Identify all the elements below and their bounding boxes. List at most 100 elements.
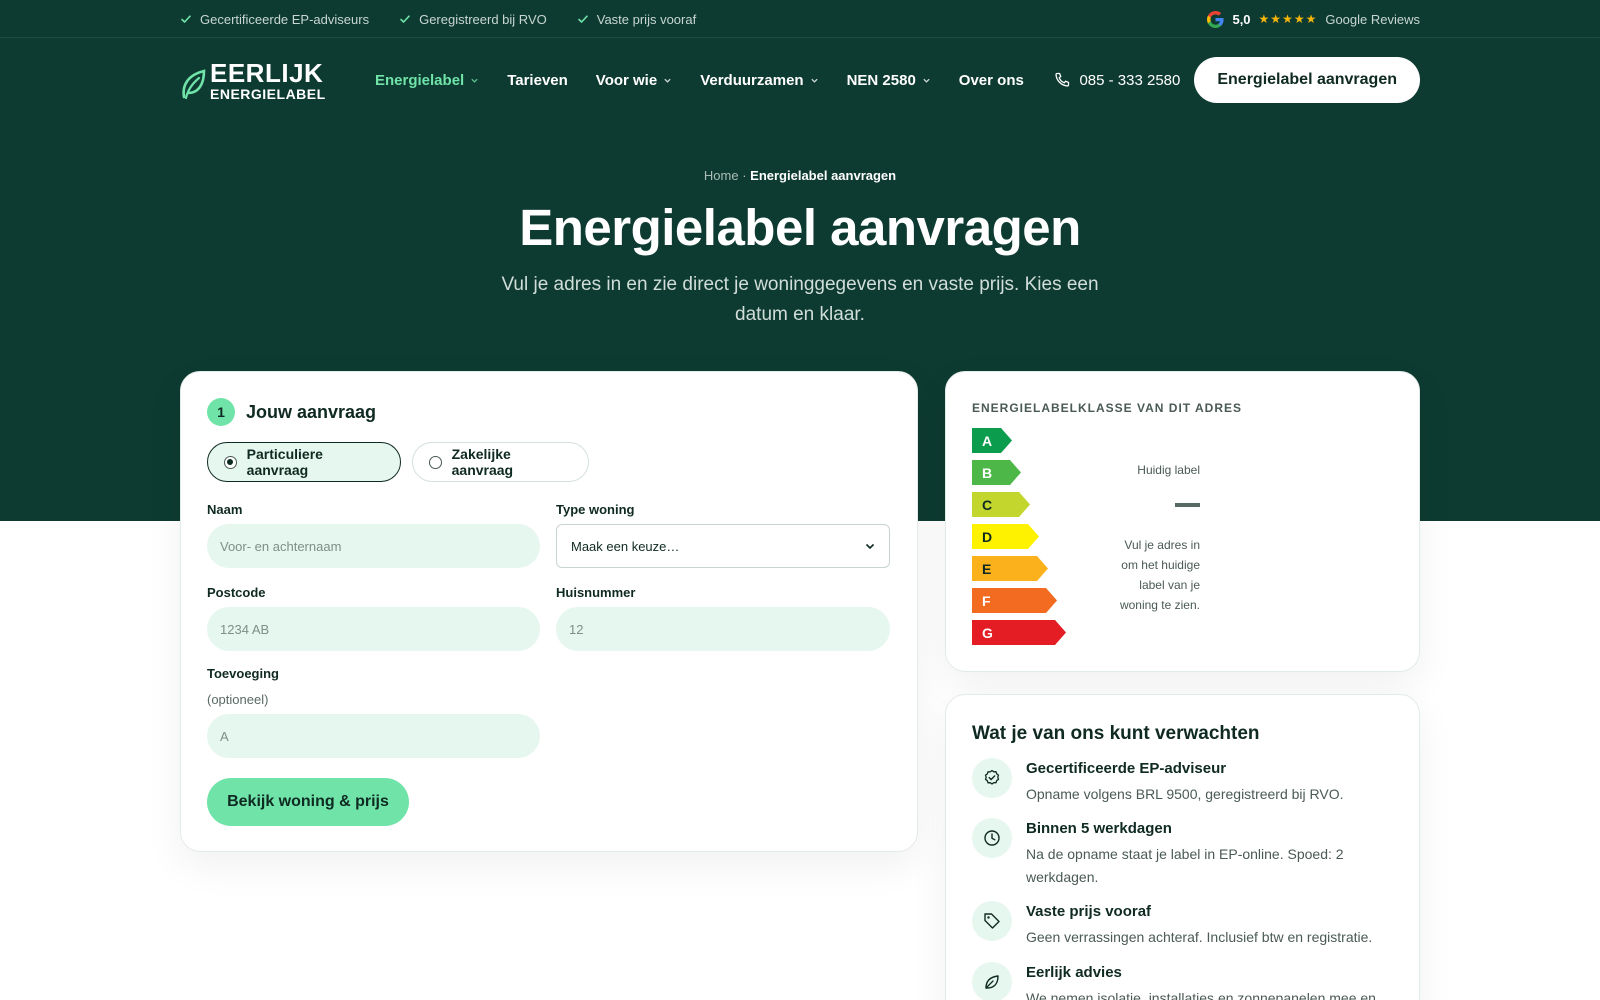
- current-label-note: Vul je adres in om het huidige label van…: [1119, 538, 1200, 612]
- energy-class-e: E: [972, 556, 1048, 581]
- radio-selected-icon: [224, 455, 237, 469]
- nav-item-energielabel[interactable]: Energielabel: [375, 72, 479, 89]
- logo-text: EERLIJK ENERGIELABEL: [210, 60, 326, 101]
- toevoeging-label: Toevoeging: [207, 666, 279, 681]
- energy-class-a: A: [972, 428, 1012, 453]
- step-header: 1 Jouw aanvraag: [207, 398, 376, 426]
- breadcrumb-separator: ·: [742, 168, 747, 183]
- rating-score: 5,0: [1232, 11, 1251, 27]
- business-request-option[interactable]: Zakelijke aanvraag: [412, 442, 589, 482]
- nav-item-label: Over ons: [958, 71, 1024, 89]
- request-form-card: 1 Jouw aanvraag Particuliere aanvraag Za…: [180, 371, 918, 852]
- nav-item-tarieven[interactable]: Tarieven: [507, 72, 568, 89]
- breadcrumb: Home · Energielabel aanvragen: [0, 168, 1600, 183]
- energy-class-f: F: [972, 588, 1057, 613]
- star-rating-icon: ★★★★★: [1258, 12, 1318, 26]
- expectation-item: Vaste prijs vooraf Geen verrassingen ach…: [972, 901, 1392, 949]
- tag-icon: [972, 901, 1012, 941]
- nav-item-label: Voor wie: [595, 71, 658, 89]
- current-label-placeholder-dash: [1175, 503, 1200, 507]
- private-request-option[interactable]: Particuliere aanvraag: [207, 442, 401, 482]
- check-icon: [577, 15, 588, 23]
- usp-item: Vaste prijs vooraf: [577, 12, 696, 27]
- expectation-title: Eerlijk advies: [1026, 964, 1122, 981]
- nav-item-label: Verduurzamen: [700, 71, 804, 89]
- check-icon: [400, 15, 410, 23]
- expectation-title: Binnen 5 werkdagen: [1026, 820, 1172, 837]
- expectations-card: Wat je van ons kunt verwachten Gecertifi…: [945, 694, 1420, 1000]
- chevron-down-icon: [664, 78, 671, 83]
- google-reviews[interactable]: 5,0 ★★★★★ Google Reviews: [1207, 10, 1420, 28]
- type-woning-label: Type woning: [556, 502, 635, 517]
- nav-item-label: NEN 2580: [846, 71, 916, 89]
- energy-class-d: D: [972, 524, 1039, 549]
- google-icon: [1207, 10, 1225, 28]
- chevron-down-icon: [923, 78, 930, 83]
- logo-line-1: EERLIJK: [210, 57, 324, 88]
- step-title: Jouw aanvraag: [246, 401, 377, 422]
- type-woning-select[interactable]: Maak een keuze…: [556, 524, 890, 568]
- energy-class-g: G: [972, 620, 1066, 645]
- breadcrumb-home[interactable]: Home: [704, 168, 739, 183]
- naam-input[interactable]: [207, 524, 540, 568]
- badge-check-icon: [972, 758, 1012, 798]
- breadcrumb-current: Energielabel aanvragen: [750, 168, 897, 183]
- logo[interactable]: EERLIJK ENERGIELABEL: [180, 59, 375, 101]
- logo-line-2: ENERGIELABEL: [210, 85, 326, 102]
- chevron-down-icon: [810, 78, 818, 83]
- expectation-title: Vaste prijs vooraf: [1026, 903, 1152, 920]
- toevoeging-input[interactable]: [207, 714, 540, 758]
- energy-label-card-title: ENERGIELABELKLASSE VAN DIT ADRES: [972, 401, 1243, 415]
- page-title: Energielabel aanvragen: [519, 199, 1081, 256]
- usp-item: Geregistreerd bij RVO: [399, 12, 547, 27]
- nav-item-voor-wie[interactable]: Voor wie: [596, 72, 672, 89]
- energy-label-card: ENERGIELABELKLASSE VAN DIT ADRES ABCDEFG…: [945, 371, 1420, 672]
- expectation-item: Gecertificeerde EP-adviseur Opname volge…: [972, 758, 1392, 806]
- nav-item-label: Tarieven: [507, 71, 568, 89]
- expectation-title: Gecertificeerde EP-adviseur: [1026, 760, 1227, 777]
- phone-link[interactable]: 085 - 333 2580: [1054, 72, 1180, 89]
- reviews-label: Google Reviews: [1325, 11, 1420, 27]
- nav-item-label: Energielabel: [375, 71, 465, 89]
- select-value: Maak een keuze…: [571, 538, 680, 554]
- nav-item-nen-2580[interactable]: NEN 2580: [847, 72, 931, 89]
- usp-label: Gecertificeerde EP-adviseurs: [200, 11, 370, 27]
- expectation-text: Na de opname staat je label in EP-online…: [1026, 846, 1344, 885]
- postcode-label: Postcode: [207, 585, 266, 600]
- huisnummer-input[interactable]: [556, 607, 890, 651]
- energielabel-aanvragen-button[interactable]: Energielabel aanvragen: [1194, 57, 1420, 103]
- page-subtitle: Vul je adres in en zie direct je woningg…: [501, 274, 1099, 325]
- clock-icon: [972, 818, 1012, 858]
- current-label-caption: Huidig label: [1137, 463, 1200, 477]
- main-nav: EERLIJK ENERGIELABEL Energielabel Tariev…: [180, 56, 1420, 104]
- leaf-icon: [972, 962, 1012, 1000]
- nav-item-verduurzamen[interactable]: Verduurzamen: [700, 72, 818, 89]
- usp-item: Gecertificeerde EP-adviseurs: [180, 12, 369, 27]
- option-label: Zakelijke aanvraag: [451, 446, 514, 478]
- chevron-down-icon: [865, 543, 875, 550]
- naam-label: Naam: [207, 502, 243, 517]
- chevron-down-icon: [471, 78, 478, 83]
- leaf-logo-icon: [182, 69, 206, 100]
- phone-number: 085 - 333 2580: [1079, 71, 1181, 89]
- bekijk-woning-prijs-button[interactable]: Bekijk woning & prijs: [207, 778, 409, 826]
- expectation-item: Eerlijk advies We nemen isolatie, instal…: [972, 962, 1392, 1000]
- energy-class-c: C: [972, 492, 1030, 517]
- nav-item-over-ons[interactable]: Over ons: [959, 72, 1024, 89]
- energy-class-b: B: [972, 460, 1021, 485]
- check-icon: [181, 15, 191, 23]
- usp-label: Vaste prijs vooraf: [596, 11, 697, 27]
- toevoeging-optional-hint: (optioneel): [207, 692, 269, 707]
- nav-menu: Energielabel Tarieven Voor wie Verduurza…: [375, 72, 1024, 89]
- radio-unselected-icon: [429, 455, 442, 469]
- expectations-title: Wat je van ons kunt verwachten: [972, 723, 1260, 744]
- expectation-text: Opname volgens BRL 9500, geregistreerd b…: [1026, 786, 1344, 802]
- postcode-input[interactable]: [207, 607, 540, 651]
- top-bar: Gecertificeerde EP-adviseurs Geregistree…: [0, 0, 1600, 38]
- expectation-text: We nemen isolatie, installaties en zonne…: [1026, 990, 1376, 1000]
- usp-list: Gecertificeerde EP-adviseurs Geregistree…: [180, 12, 696, 27]
- huisnummer-label: Huisnummer: [556, 585, 636, 600]
- expectation-text: Geen verrassingen achteraf. Inclusief bt…: [1026, 929, 1373, 945]
- step-number-badge: 1: [207, 398, 235, 426]
- option-label: Particuliere aanvraag: [246, 446, 323, 478]
